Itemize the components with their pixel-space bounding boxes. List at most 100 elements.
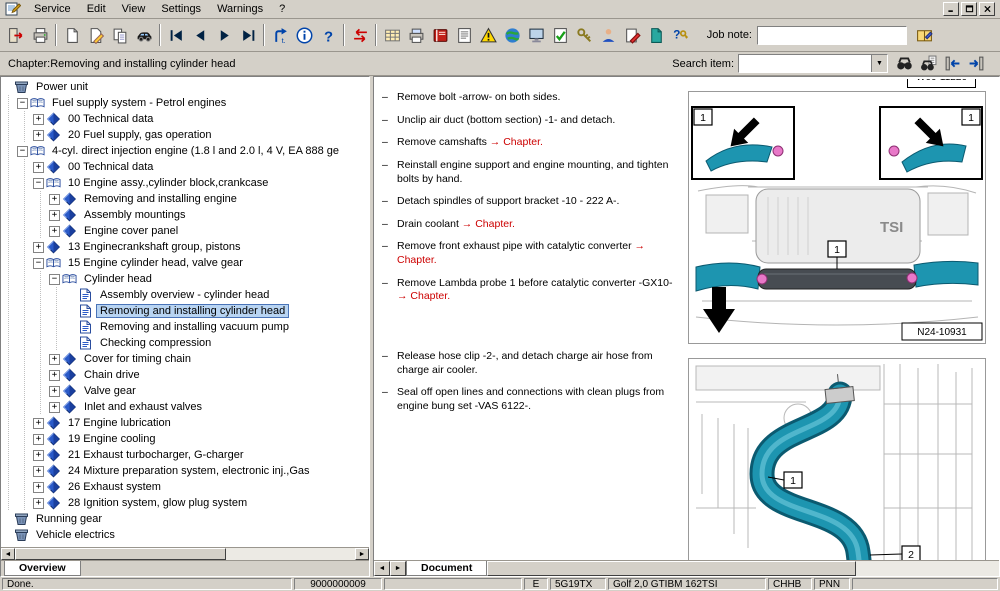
user-info-icon[interactable] (596, 23, 620, 47)
tree-expander[interactable]: + (49, 207, 62, 223)
tree-item[interactable]: − 10 Engine assy.,cylinder block,crankcas… (1, 175, 369, 191)
tree-item[interactable]: +26 Exhaust system (1, 479, 369, 495)
combo-dropdown-icon[interactable]: ▼ (871, 55, 887, 72)
tree-item-label[interactable]: 19 Engine cooling (64, 432, 159, 446)
expand-toggle-icon[interactable]: + (49, 369, 60, 381)
menu-service[interactable]: Service (26, 1, 79, 17)
document-horizontal-scrollbar[interactable] (487, 561, 999, 576)
tree-item[interactable]: +21 Exhaust turbocharger, G-charger (1, 447, 369, 463)
tree-expander[interactable]: + (49, 399, 62, 415)
tree-expander[interactable]: + (33, 463, 46, 479)
tree-item[interactable]: Removing and installing vacuum pump (1, 319, 369, 335)
tree-item-label[interactable]: Assembly overview - cylinder head (96, 288, 273, 302)
tree-item[interactable]: + Assembly mountings (1, 207, 369, 223)
print-document-icon[interactable] (404, 23, 428, 47)
expand-toggle-icon[interactable]: + (33, 433, 44, 445)
tree-expander[interactable]: + (33, 415, 46, 431)
tree-item-label[interactable]: Removing and installing vacuum pump (96, 320, 293, 334)
tree-item-label[interactable]: Checking compression (96, 336, 215, 350)
search-item-combo[interactable]: ▼ (738, 54, 888, 73)
copy-document-icon[interactable] (108, 23, 132, 47)
tab-scroll-right-icon[interactable]: ► (390, 561, 406, 576)
new-document-icon[interactable] (60, 23, 84, 47)
open-document-icon[interactable] (84, 23, 108, 47)
collapse-toggle-icon[interactable]: − (33, 257, 44, 269)
web-icon[interactable] (500, 23, 524, 47)
tree-item-label[interactable]: Removing and installing cylinder head (96, 304, 290, 318)
tree-expander[interactable]: − (17, 143, 30, 159)
expand-toggle-icon[interactable]: + (33, 129, 44, 141)
tree-item[interactable]: + Engine cover panel (1, 223, 369, 239)
tree-item[interactable]: +13 Enginecrankshaft group, pistons (1, 239, 369, 255)
tree-item[interactable]: Checking compression (1, 335, 369, 351)
chapter-link[interactable]: → Chapter. (490, 136, 543, 148)
swap-icon[interactable] (348, 23, 372, 47)
tab-scroll-left-icon[interactable]: ◄ (374, 561, 390, 576)
tree-expander[interactable]: + (33, 479, 46, 495)
expand-toggle-icon[interactable]: + (33, 161, 44, 173)
tree-item-label[interactable]: 15 Engine cylinder head, valve gear (64, 256, 247, 270)
approve-document-icon[interactable] (548, 23, 572, 47)
expand-toggle-icon[interactable]: + (49, 225, 60, 237)
tree-expander[interactable]: + (33, 431, 46, 447)
tree-expander[interactable]: − (33, 255, 46, 271)
tree-horizontal-scrollbar[interactable]: ◄ ► (1, 547, 369, 560)
tree-item-label[interactable]: 20 Fuel supply, gas operation (64, 128, 216, 142)
tree-item-label[interactable]: 17 Engine lubrication (64, 416, 175, 430)
tree-expander[interactable]: − (17, 95, 30, 111)
scroll-thumb[interactable] (487, 561, 856, 576)
chapter-link[interactable]: → Chapter. (462, 218, 515, 230)
warnings-icon[interactable] (476, 23, 500, 47)
tree-expander[interactable]: + (33, 495, 46, 511)
tab-document[interactable]: Document (406, 561, 488, 576)
tree-expander[interactable]: + (49, 383, 62, 399)
tree-item[interactable]: Power unit (1, 79, 369, 95)
tree-item[interactable]: +17 Engine lubrication (1, 415, 369, 431)
next-hit-icon[interactable] (964, 52, 988, 76)
nav-next-icon[interactable] (212, 23, 236, 47)
collapse-toggle-icon[interactable]: − (17, 97, 28, 109)
tree-item[interactable]: +19 Engine cooling (1, 431, 369, 447)
tree-item-label[interactable]: Removing and installing engine (80, 192, 241, 206)
tree-expander[interactable]: + (33, 239, 46, 255)
tree-item-label[interactable]: 24 Mixture preparation system, electroni… (64, 464, 314, 478)
tree-expander[interactable]: + (33, 111, 46, 127)
menu-view[interactable]: View (114, 1, 154, 17)
expand-toggle-icon[interactable]: + (33, 241, 44, 253)
teal-document-icon[interactable] (644, 23, 668, 47)
scroll-track[interactable] (15, 548, 355, 560)
tree-item[interactable]: Assembly overview - cylinder head (1, 287, 369, 303)
tree-item-label[interactable]: Chain drive (80, 368, 144, 382)
tree-item-label[interactable]: 00 Technical data (64, 112, 157, 126)
tree-expander[interactable]: + (33, 127, 46, 143)
collapse-toggle-icon[interactable]: − (33, 177, 44, 189)
vehicle-icon[interactable] (132, 23, 156, 47)
expand-toggle-icon[interactable]: + (33, 465, 44, 477)
tree-expander[interactable]: − (49, 271, 62, 287)
tree-item-label[interactable]: Power unit (32, 80, 92, 94)
tree-item[interactable]: − 15 Engine cylinder head, valve gear (1, 255, 369, 271)
tree-item[interactable]: + Chain drive (1, 367, 369, 383)
menu-help[interactable]: ? (271, 1, 293, 17)
job-note-book-icon[interactable] (912, 23, 936, 47)
tree-item[interactable]: +20 Fuel supply, gas operation (1, 127, 369, 143)
expand-toggle-icon[interactable]: + (49, 401, 60, 413)
menu-warnings[interactable]: Warnings (209, 1, 271, 17)
chapter-link[interactable]: → Chapter. (397, 290, 450, 302)
tree-expander[interactable]: − (33, 175, 46, 191)
tree-item-label[interactable]: Cover for timing chain (80, 352, 195, 366)
tree-item-label[interactable]: 26 Exhaust system (64, 480, 165, 494)
tree-item-label[interactable]: 10 Engine assy.,cylinder block,crankcase (64, 176, 272, 190)
job-note-input[interactable] (757, 25, 907, 45)
tree-item[interactable]: + Inlet and exhaust valves (1, 399, 369, 415)
tree-item[interactable]: + Cover for timing chain (1, 351, 369, 367)
tree-expander[interactable]: + (33, 447, 46, 463)
tree-item-label[interactable]: Inlet and exhaust valves (80, 400, 206, 414)
tree-item[interactable]: + Valve gear (1, 383, 369, 399)
chapter-link[interactable]: → Chapter. (397, 240, 645, 266)
maximize-button[interactable] (961, 2, 977, 16)
manuals-icon[interactable] (428, 23, 452, 47)
tree-expander[interactable]: + (33, 159, 46, 175)
expand-toggle-icon[interactable]: + (49, 353, 60, 365)
expand-toggle-icon[interactable]: + (33, 449, 44, 461)
